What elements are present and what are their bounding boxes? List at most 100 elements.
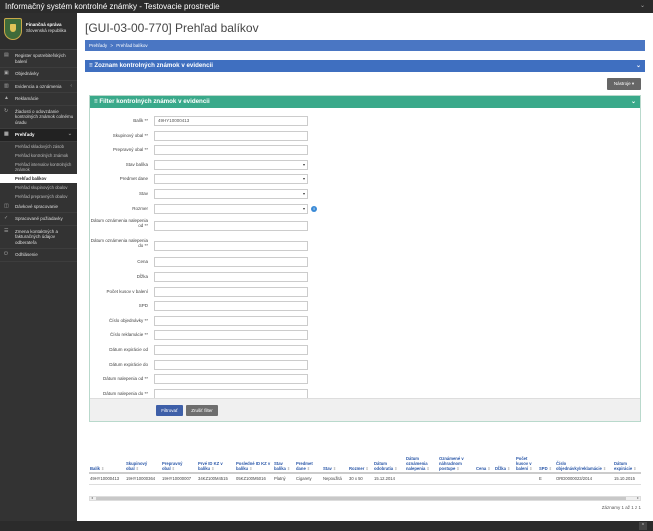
filter-field-label: Prepravný obal **: [112, 147, 148, 153]
filter-input[interactable]: [154, 286, 308, 297]
sidebar-item[interactable]: ⏻ Odhlásenie: [0, 249, 77, 262]
scroll-right-icon[interactable]: ▸: [637, 495, 639, 500]
table-column-header[interactable]: Dátum oznámenia nalepenia⇕: [405, 439, 438, 474]
sidebar-item[interactable]: ◫ Dávkové spracovanie: [0, 201, 77, 213]
sidebar-subitem[interactable]: Prehľad skupinových obalov: [0, 183, 77, 192]
table-cell: [494, 473, 515, 485]
table-column-header[interactable]: Stav⇕: [322, 439, 348, 474]
filter-input[interactable]: [154, 315, 308, 326]
sidebar-item[interactable]: ▤ Register spotrebiteľských balení: [0, 50, 77, 68]
sidebar-item[interactable]: ▦ Prehľady ⌄: [0, 129, 77, 142]
table-column-header[interactable]: Dĺžka⇕: [494, 439, 515, 474]
filter-field-label: Rozmer: [132, 205, 148, 211]
evidence-panel-header[interactable]: ≡ Zoznam kontrolných známok v evidencii …: [85, 60, 645, 72]
table-cell: [515, 473, 538, 485]
filter-input[interactable]: [154, 130, 308, 141]
sidebar-subitem[interactable]: Prehľad skladových zásob: [0, 142, 77, 151]
table-column-header[interactable]: Dátum odobratia⇕: [373, 439, 405, 474]
filter-input[interactable]: [154, 359, 308, 370]
sidebar-subitem[interactable]: Prehľad prepravných obalov: [0, 192, 77, 201]
table-column-header[interactable]: Prvé ID KZ v balíku⇕: [197, 439, 235, 474]
filter-select[interactable]: ▾: [154, 189, 308, 199]
sidebar-item-label: Odhlásenie: [15, 252, 38, 257]
table-row[interactable]: 49HY10000413 19HY10000364 19HY10000007 34KZ…: [89, 473, 641, 485]
column-label: Posledné ID KZ v balíku: [236, 461, 271, 471]
table-column-header[interactable]: Prepravný obal⇕: [161, 439, 197, 474]
sidebar-item[interactable]: ▲ Reklamácie: [0, 93, 77, 106]
tools-button[interactable]: Nástroje ▾: [607, 78, 641, 90]
table-column-header[interactable]: Číslo objednávky/reklamácie⇕: [555, 439, 613, 474]
column-label: Cena: [476, 466, 487, 471]
sort-icon: ⇕: [332, 466, 337, 471]
column-label: Dátum oznámenia nalepenia: [406, 456, 428, 471]
sidebar-subitem[interactable]: Prehľad balíkov: [0, 173, 77, 183]
table-column-header[interactable]: Posledné ID KZ v balíku⇕: [235, 439, 273, 474]
filter-input[interactable]: [154, 374, 308, 385]
sidebar-item[interactable]: ✓ Spracované požiadavky: [0, 213, 77, 226]
filter-field-label: Dátum oznámenia nalepenia od **: [90, 218, 148, 229]
sidebar-item-label: Register spotrebiteľských balení: [15, 53, 66, 64]
filter-select[interactable]: ▾: [154, 203, 308, 214]
sidebar-item[interactable]: ▣ Objednávky: [0, 68, 77, 81]
filter-title: Filter kontrolných známok v evidencii: [99, 98, 210, 105]
sidebar-item[interactable]: ▥ Evidencia a oznámenia ‹: [0, 81, 77, 93]
table-column-header[interactable]: Počet kusov v balení⇕: [515, 439, 538, 474]
filter-field-label: Stav: [138, 191, 148, 196]
batch-icon: ◫: [4, 202, 9, 209]
sidebar-subitem[interactable]: Prehľad kontrolných známok: [0, 151, 77, 160]
filter-field-label: SPD: [138, 303, 148, 309]
column-label: Dĺžka: [495, 466, 506, 471]
filter-input[interactable]: [154, 301, 308, 312]
filter-input[interactable]: [154, 345, 308, 355]
table-column-header[interactable]: Cena⇕: [475, 439, 494, 474]
filter-select[interactable]: ▾: [154, 174, 308, 185]
table-column-header[interactable]: SPD⇕: [538, 439, 555, 474]
table-cell: 19HY10000007: [161, 473, 197, 485]
sidebar-item-label: Reklamácie: [15, 96, 39, 101]
filter-input[interactable]: [154, 272, 308, 282]
table-column-header[interactable]: Dátum expirácie⇕: [613, 439, 641, 474]
breadcrumb-item-prehlady[interactable]: Prehľady: [89, 43, 107, 48]
filter-input[interactable]: [154, 330, 308, 341]
filter-field-label: Balík **: [133, 118, 148, 123]
table-column-header[interactable]: Skupinový obal⇕: [125, 439, 161, 474]
horizontal-scrollbar[interactable]: ◂ ▸: [89, 495, 641, 501]
filter-select[interactable]: ▾: [154, 159, 308, 170]
column-label: Stav: [323, 466, 332, 471]
filter-row: Stav ▾: [90, 189, 640, 200]
filter-panel: ≡ Filter kontrolných známok v evidencii …: [89, 95, 641, 422]
filter-actions: Filtrovať Zrušiť filter: [90, 398, 640, 421]
filter-input[interactable]: [154, 240, 308, 251]
sidebar-item[interactable]: ☰ Zmena kontaktných a fakturačných údajov…: [0, 226, 77, 249]
filter-field-label: Cena: [137, 259, 148, 265]
table-header-row: Balík⇕ Skupinový obal⇕ Prepravný obal⇕ Prvé…: [89, 439, 641, 474]
table-column-header[interactable]: Balík⇕: [89, 439, 125, 474]
filter-input[interactable]: 49HY10000413: [154, 116, 308, 126]
filter-input[interactable]: [154, 145, 308, 156]
filter-row: Prepravný obal **: [90, 145, 640, 156]
scrollbar-thumb[interactable]: [96, 497, 626, 500]
cancel-filter-button[interactable]: Zrušiť filter: [186, 405, 218, 416]
info-icon[interactable]: i: [311, 205, 317, 212]
back-to-top-icon[interactable]: ⌃: [639, 522, 647, 530]
filter-input[interactable]: [154, 221, 308, 232]
sort-icon: ⇕: [101, 466, 105, 471]
scroll-left-icon[interactable]: ◂: [91, 495, 93, 500]
chevron-down-icon[interactable]: ⌄: [631, 96, 636, 108]
table-column-header[interactable]: Predmet dane⇕: [295, 439, 322, 474]
filter-panel-header[interactable]: ≡ Filter kontrolných známok v evidencii …: [90, 96, 640, 108]
sidebar-item[interactable]: ↻ Žiadosti o odovzdanie kontrolných známo…: [0, 106, 77, 129]
table-column-header[interactable]: Stav balíka⇕: [273, 439, 295, 474]
column-label: Dátum expirácie: [614, 461, 633, 471]
table-column-header[interactable]: Oznámené v náhradnom postupe⇕: [438, 439, 475, 474]
apply-filter-button[interactable]: Filtrovať: [156, 405, 183, 416]
filter-row: Počet kusov v balení: [90, 286, 640, 298]
cart-icon: ▣: [4, 70, 9, 76]
table-column-header[interactable]: Rozmer⇕: [348, 439, 373, 474]
page-title: [GUI-03-00-770] Prehľad balíkov: [85, 21, 259, 35]
main-content: [GUI-03-00-770] Prehľad balíkov Prehľady…: [77, 13, 653, 521]
chevron-down-icon[interactable]: ⌄: [636, 60, 641, 72]
filter-input[interactable]: [154, 257, 308, 268]
sidebar-subitem[interactable]: Prehľad intervalov kontrolných známok: [0, 160, 77, 174]
chevron-down-icon[interactable]: ⌄: [640, 0, 645, 13]
